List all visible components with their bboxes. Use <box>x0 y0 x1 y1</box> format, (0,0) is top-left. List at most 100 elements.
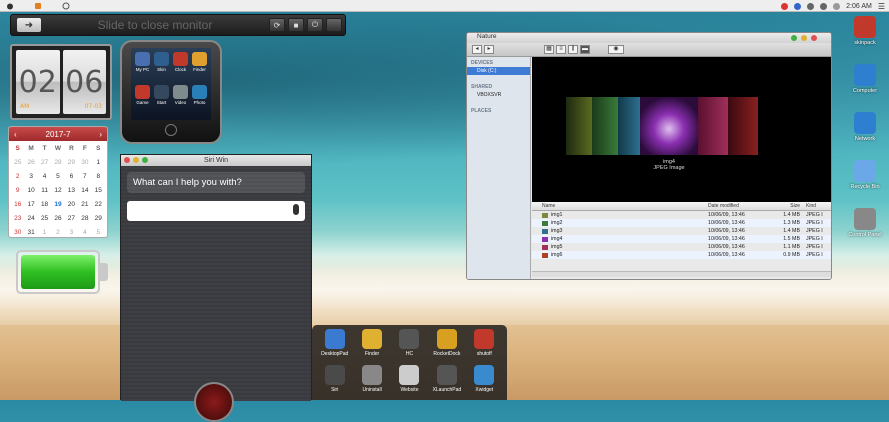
calendar-day[interactable]: 25 <box>38 212 51 225</box>
status-wifi-icon[interactable] <box>807 2 815 10</box>
close-icon[interactable] <box>124 157 130 163</box>
launcher-item[interactable]: XLaunchPad <box>428 364 465 397</box>
cover-img6[interactable] <box>728 97 758 155</box>
calendar-day[interactable]: 23 <box>11 212 24 225</box>
calendar-day[interactable]: 9 <box>11 184 24 197</box>
calendar-day[interactable]: 30 <box>78 156 91 169</box>
iphone-app[interactable]: Video <box>172 85 189 116</box>
calendar-day[interactable]: 17 <box>24 198 37 211</box>
status-red-icon[interactable] <box>781 2 789 10</box>
calendar-day[interactable]: 12 <box>51 184 64 197</box>
desktop-icon[interactable]: Network <box>845 112 885 142</box>
minimize-icon[interactable] <box>801 35 807 41</box>
lock-icon[interactable]: ■ <box>288 18 304 32</box>
close-icon[interactable] <box>811 35 817 41</box>
calendar-day[interactable]: 20 <box>65 198 78 211</box>
desktop-icon[interactable]: skinpack <box>845 16 885 46</box>
calendar-day[interactable]: 2 <box>11 170 24 183</box>
sidebar-item-disk[interactable]: Disk (C:) <box>467 67 530 75</box>
file-row[interactable]: img1 10/06/09, 13:46 1.4 MB JPEG I <box>532 211 831 219</box>
calendar-day[interactable]: 5 <box>51 170 64 183</box>
calendar-day[interactable]: 1 <box>38 226 51 237</box>
calendar-day[interactable]: 18 <box>38 198 51 211</box>
calendar-day[interactable]: 10 <box>24 184 37 197</box>
zoom-icon[interactable] <box>791 35 797 41</box>
calendar-day[interactable]: 8 <box>92 170 105 183</box>
calendar-day[interactable]: 3 <box>24 170 37 183</box>
launcher-item[interactable]: HC <box>391 329 428 361</box>
calendar-day[interactable]: 16 <box>11 198 24 211</box>
launcher-item[interactable]: shutoff <box>466 329 503 361</box>
siri-input[interactable] <box>127 201 305 221</box>
cover-img1[interactable] <box>566 97 592 155</box>
zoom-icon[interactable] <box>142 157 148 163</box>
calendar-day[interactable]: 29 <box>92 212 105 225</box>
calendar-day[interactable]: 1 <box>92 156 105 169</box>
calendar-day[interactable]: 5 <box>92 226 105 237</box>
calendar-day[interactable]: 2 <box>51 226 64 237</box>
desktop-icon[interactable]: Recycle Bin <box>845 160 885 190</box>
calendar-day[interactable]: 7 <box>78 170 91 183</box>
coverflow-view-icon[interactable]: ▬ <box>580 45 590 54</box>
calendar-day[interactable]: 11 <box>38 184 51 197</box>
calendar-day[interactable]: 4 <box>78 226 91 237</box>
calendar-day[interactable]: 14 <box>78 184 91 197</box>
apple-menu-icon[interactable] <box>6 2 14 10</box>
blank-button[interactable] <box>326 18 342 32</box>
launcher-item[interactable]: Siri <box>316 364 353 397</box>
iphone-app[interactable]: Clock <box>172 52 189 83</box>
calendar-day[interactable]: 27 <box>65 212 78 225</box>
forward-icon[interactable]: ▸ <box>484 45 494 54</box>
file-row[interactable]: img4 10/06/09, 13:46 1.5 MB JPEG I <box>532 235 831 243</box>
launcher-item[interactable]: RocketDock <box>428 329 465 361</box>
calendar-day[interactable]: 31 <box>24 226 37 237</box>
iphone-app[interactable]: Photo <box>191 85 208 116</box>
cover-img3[interactable] <box>618 97 640 155</box>
desktop-icon[interactable]: Computer <box>845 64 885 94</box>
refresh-icon[interactable]: ⟳ <box>269 18 285 32</box>
app-menu-icon[interactable] <box>62 2 70 10</box>
microphone-icon[interactable] <box>293 204 299 215</box>
quick-look-icon[interactable]: ◉ <box>608 45 624 54</box>
sidebar-item-vboxsvr[interactable]: VBOXSVR <box>467 91 530 99</box>
prev-month-icon[interactable]: ‹ <box>14 130 17 139</box>
slide-to-close-label[interactable]: Slide to close monitor <box>41 18 269 32</box>
file-row[interactable]: img3 10/06/09, 13:46 1.4 MB JPEG I <box>532 227 831 235</box>
column-kind[interactable]: Kind <box>806 202 831 210</box>
menubar-clock[interactable]: 2:06 AM <box>846 3 872 10</box>
column-name[interactable]: Name <box>532 202 708 210</box>
cover-img4[interactable] <box>640 97 698 155</box>
icon-view-icon[interactable]: ▦ <box>544 45 554 54</box>
column-size[interactable]: Size <box>772 202 806 210</box>
iphone-app[interactable]: My PC <box>134 52 151 83</box>
status-search-icon[interactable] <box>833 2 841 10</box>
calendar-day[interactable]: 24 <box>24 212 37 225</box>
file-row[interactable]: img6 10/06/09, 13:46 0.9 MB JPEG I <box>532 251 831 259</box>
calendar-day[interactable]: 28 <box>51 156 64 169</box>
calendar-day[interactable]: 21 <box>78 198 91 211</box>
power-icon[interactable]: ⏻ <box>307 18 323 32</box>
calendar-day[interactable]: 30 <box>11 226 24 237</box>
calendar-day[interactable]: 25 <box>11 156 24 169</box>
slide-arrow-button[interactable]: ➜ <box>17 18 41 32</box>
launcher-item[interactable]: Website <box>391 364 428 397</box>
list-view-icon[interactable]: ≡ <box>556 45 566 54</box>
horizontal-scrollbar[interactable] <box>532 271 831 277</box>
calendar-day[interactable]: 15 <box>92 184 105 197</box>
cover-img2[interactable] <box>592 97 618 155</box>
menu-list-icon[interactable]: ☰ <box>878 2 885 11</box>
file-row[interactable]: img5 10/06/09, 13:46 1.1 MB JPEG I <box>532 243 831 251</box>
column-date[interactable]: Date modified <box>708 202 772 210</box>
calendar-day[interactable]: 29 <box>65 156 78 169</box>
calendar-day[interactable]: 3 <box>65 226 78 237</box>
calendar-day[interactable]: 26 <box>51 212 64 225</box>
home-button[interactable] <box>165 124 177 136</box>
finder-menu-icon[interactable] <box>34 2 42 10</box>
back-icon[interactable]: ◂ <box>472 45 482 54</box>
siri-mic-orb-icon[interactable] <box>194 382 234 422</box>
calendar-day[interactable]: 28 <box>78 212 91 225</box>
desktop-icon[interactable]: Control Panel <box>845 208 885 238</box>
calendar-day[interactable]: 26 <box>24 156 37 169</box>
iphone-app[interactable]: Game <box>134 85 151 116</box>
launcher-item[interactable]: Xwidget <box>466 364 503 397</box>
